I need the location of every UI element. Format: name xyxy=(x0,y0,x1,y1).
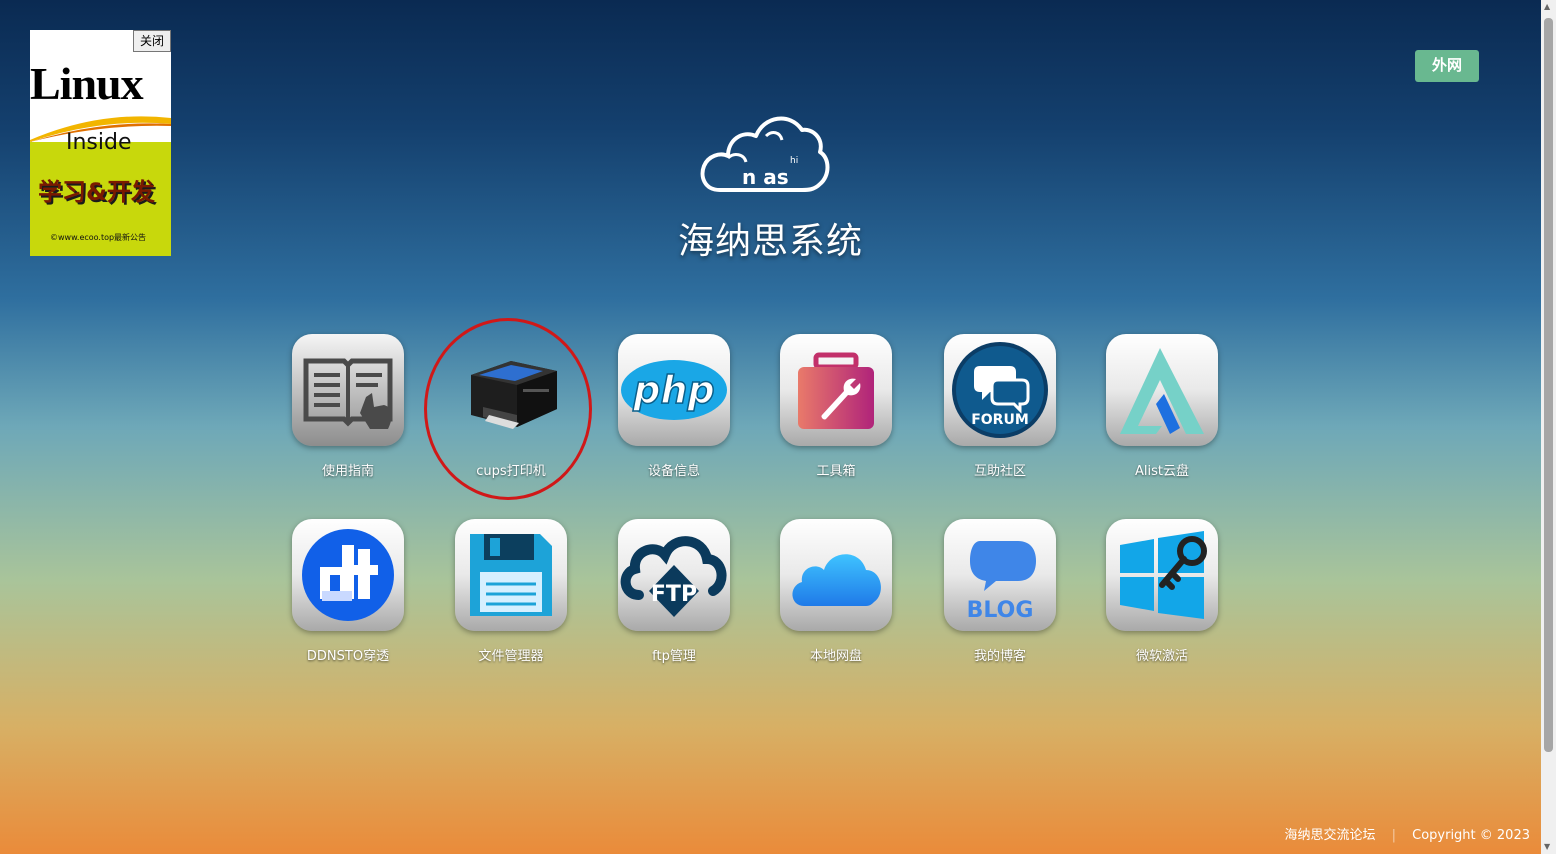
app-tile-forum[interactable]: FORUM 互助社区 xyxy=(944,334,1056,479)
scrollbar-thumb[interactable] xyxy=(1544,18,1553,752)
app-label: 使用指南 xyxy=(321,464,374,479)
windows-key-icon[interactable] xyxy=(1106,519,1218,631)
app-tile-file-manager[interactable]: 文件管理器 xyxy=(455,519,567,664)
app-label: Alist云盘 xyxy=(1135,464,1189,479)
app-tile-ftp[interactable]: FTP ftp管理 xyxy=(618,519,730,664)
svg-text:BLOG: BLOG xyxy=(967,598,1034,623)
app-label: 文件管理器 xyxy=(478,649,544,664)
footer: 海纳思交流论坛 | Copyright © 2023 xyxy=(1284,824,1530,843)
app-label: 微软激活 xyxy=(1135,649,1188,664)
forum-link[interactable]: 海纳思交流论坛 xyxy=(1284,828,1375,843)
cloud-logo-icon: hi n as xyxy=(700,116,830,192)
toolbox-icon[interactable] xyxy=(780,334,892,446)
copyright-text: Copyright © 2023 xyxy=(1412,828,1530,843)
app-tile-toolbox[interactable]: 工具箱 xyxy=(780,334,892,479)
app-tile-device-info[interactable]: php 设备信息 xyxy=(618,334,730,479)
ad-brand: Linux xyxy=(30,58,144,109)
app-tile-ms-activate[interactable]: 微软激活 xyxy=(1106,519,1218,664)
page-title: 海纳思系统 xyxy=(677,221,863,262)
app-label: cups打印机 xyxy=(476,464,546,479)
ad-inside-text: Inside xyxy=(66,130,132,155)
scroll-up-icon[interactable]: ▲ xyxy=(1544,2,1550,12)
php-icon[interactable]: php xyxy=(618,334,730,446)
app-tile-ddnsto[interactable]: DDNSTO穿透 xyxy=(292,519,404,664)
scroll-down-icon[interactable]: ▼ xyxy=(1544,842,1550,852)
app-label: 互助社区 xyxy=(973,464,1026,479)
app-label: 设备信息 xyxy=(647,464,700,479)
alist-icon[interactable] xyxy=(1106,334,1218,446)
logo-sup: hi xyxy=(790,156,798,166)
book-icon[interactable] xyxy=(292,334,404,446)
floppy-disk-icon[interactable] xyxy=(455,519,567,631)
app-tile-blog[interactable]: BLOG 我的博客 xyxy=(944,519,1056,664)
forum-icon[interactable]: FORUM xyxy=(944,334,1056,446)
ad-slogan: 学习&开发 xyxy=(38,178,155,206)
app-tile-guide[interactable]: 使用指南 xyxy=(292,334,404,479)
app-tile-alist[interactable]: Alist云盘 xyxy=(1106,334,1218,479)
svg-text:php: php xyxy=(632,368,714,412)
app-label: ftp管理 xyxy=(652,649,696,664)
close-ad-button[interactable]: 关闭 xyxy=(132,30,171,52)
app-label: DDNSTO穿透 xyxy=(306,649,390,664)
ftp-cloud-icon[interactable]: FTP xyxy=(618,519,730,631)
blog-icon[interactable]: BLOG xyxy=(944,519,1056,631)
vertical-scrollbar[interactable]: ▲ ▼ xyxy=(1541,0,1556,854)
app-label: 我的博客 xyxy=(973,649,1026,664)
app-tile-printer[interactable]: cups打印机 xyxy=(455,334,567,479)
linux-inside-banner: Linux xyxy=(30,52,171,142)
logo-text: n as xyxy=(742,165,789,189)
icloud-icon[interactable] xyxy=(780,519,892,631)
svg-text:FORUM: FORUM xyxy=(971,412,1029,428)
app-tile-local-drive[interactable]: 本地网盘 xyxy=(780,519,892,664)
svg-text:FTP: FTP xyxy=(651,582,697,607)
network-badge[interactable]: 外网 xyxy=(1415,50,1479,82)
printer-icon[interactable] xyxy=(455,334,567,446)
app-label: 本地网盘 xyxy=(809,649,862,664)
app-label: 工具箱 xyxy=(816,464,856,479)
footer-divider: | xyxy=(1391,828,1396,843)
ddnsto-icon[interactable] xyxy=(292,519,404,631)
